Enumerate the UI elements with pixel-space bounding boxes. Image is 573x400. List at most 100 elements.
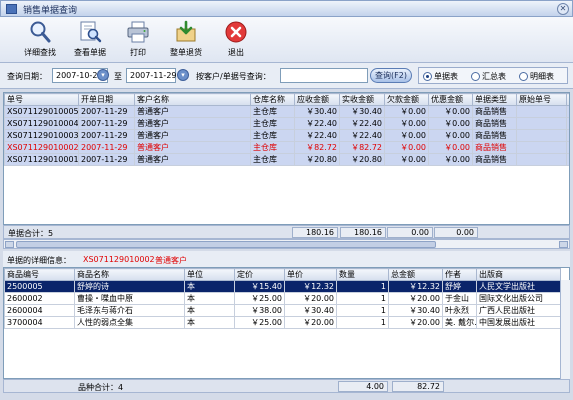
horizontal-scrollbar[interactable] <box>3 239 570 249</box>
exit-button[interactable]: 退出 <box>220 18 252 62</box>
table-cell: ￥25.00 <box>234 316 285 329</box>
table-cell: 3700004 <box>4 316 75 329</box>
column-header[interactable]: 客户名称 <box>134 93 251 106</box>
table-cell: ￥20.00 <box>284 316 337 329</box>
search-button[interactable]: 查询(F2) <box>370 68 412 83</box>
calendar-to-icon[interactable]: ▾ <box>177 69 189 81</box>
table-cell: 2600004 <box>4 304 75 317</box>
table-cell: XS071129010005 <box>4 105 79 118</box>
column-header[interactable]: 单价 <box>284 268 337 281</box>
table-cell: 人性的弱点全集 <box>74 316 185 329</box>
table-cell: 2007-11-29 <box>78 153 135 166</box>
table-cell: ￥12.32 <box>284 280 337 293</box>
table-cell: 2500005 <box>4 280 75 293</box>
column-header[interactable]: 单位 <box>184 268 235 281</box>
column-header[interactable]: 总金额 <box>388 268 443 281</box>
calendar-from-icon[interactable]: ▾ <box>97 69 109 81</box>
table-row[interactable]: XS071129010005 2007-11-29 普通客户 主仓库 ￥30.40 ￥30… <box>4 105 569 118</box>
table-cell: 张 <box>566 117 569 130</box>
column-header[interactable]: 商品名称 <box>74 268 185 281</box>
total-discount: 0.00 <box>434 227 478 238</box>
column-header[interactable]: 优惠金额 <box>428 93 473 106</box>
detail-doc-number: XS071129010002 <box>83 255 155 264</box>
table-row[interactable]: 3700004 人性的弱点全集本 ￥25.00 ￥20.00 1 ￥20.00 美. 戴尔.… <box>4 316 561 329</box>
table-cell: 美. 戴尔. 卡耐 <box>442 316 477 329</box>
table-cell: 毛泽东与蒋介石 <box>74 304 185 317</box>
table-cell: 张 <box>566 129 569 142</box>
radio-label: 单据表 <box>434 72 458 81</box>
column-header[interactable]: 原始单号 <box>516 93 567 106</box>
column-header[interactable]: 实收金额 <box>339 93 385 106</box>
table-row[interactable]: XS071129010002 2007-11-29 普通客户 主仓库 ￥82.72 ￥82… <box>4 141 569 154</box>
table-cell: 2007-11-29 <box>78 105 135 118</box>
column-header[interactable]: 单号 <box>4 93 79 106</box>
radio-document-table[interactable]: 单据表 <box>423 71 458 82</box>
table-cell: 中国发展出版社 <box>476 316 561 329</box>
table-cell: ￥30.40 <box>339 105 385 118</box>
radio-label: 明细表 <box>530 72 554 81</box>
item-detail-grid[interactable]: 商品编号 商品名称 单位 定价 单价 数量 总金额 作者 出版商 2500005 舒婷的诗本 ￥15… <box>3 267 570 379</box>
print-button[interactable]: 打印 <box>120 18 156 62</box>
table-row[interactable]: XS071129010001 2007-11-29 普通客户 主仓库 ￥20.80 ￥20… <box>4 153 569 166</box>
detail-info-bar: 单据的详细信息： XS071129010002 普通客户 <box>3 251 570 267</box>
table-cell: 广西人民出版社 <box>476 304 561 317</box>
vertical-scrollbar[interactable] <box>560 280 570 379</box>
table-row[interactable]: 2500005 舒婷的诗本 ￥15.40 ￥12.32 1 ￥12.32 舒婷 人民文学出版社 <box>4 280 561 293</box>
table-row[interactable]: 2600004 毛泽东与蒋介石本 ￥38.00 ￥30.40 1 ￥30.40 叶永烈 广西人… <box>4 304 561 317</box>
table-cell: ￥30.40 <box>388 304 443 317</box>
table-row[interactable]: XS071129010004 2007-11-29 普通客户 主仓库 ￥22.40 ￥22… <box>4 117 569 130</box>
view-document-button[interactable]: 查看单据 <box>70 18 110 62</box>
column-header[interactable]: 单据类型 <box>472 93 517 106</box>
table-cell: XS071129010004 <box>4 117 79 130</box>
table-cell: ￥0.00 <box>428 129 473 142</box>
table-cell: 2007-11-29 <box>78 141 135 154</box>
column-header[interactable]: 欠款金额 <box>384 93 429 106</box>
close-icon[interactable]: ✕ <box>557 3 569 15</box>
table-cell: ￥0.00 <box>384 105 429 118</box>
table-cell: ￥22.40 <box>294 117 340 130</box>
table-row[interactable]: XS071129010003 2007-11-29 普通客户 主仓库 ￥22.40 ￥22… <box>4 129 569 142</box>
radio-unchecked-icon <box>471 72 480 81</box>
table-cell: ￥0.00 <box>428 117 473 130</box>
table-cell: 普通客户 <box>134 141 251 154</box>
date-to-field[interactable]: 2007-11-29 <box>126 68 177 83</box>
radio-summary-table[interactable]: 汇总表 <box>471 71 506 82</box>
column-header[interactable]: 数量 <box>336 268 389 281</box>
toolbar: 详细查找 查看单据 打印 整单退货 退出 <box>0 17 573 63</box>
column-header[interactable]: 定价 <box>234 268 285 281</box>
search-input[interactable] <box>280 68 368 83</box>
table-cell: 叶永烈 <box>442 304 477 317</box>
column-header[interactable]: 应收金额 <box>294 93 340 106</box>
scroll-right-icon[interactable] <box>559 241 568 248</box>
scroll-thumb[interactable] <box>16 241 436 248</box>
table-cell: XS071129010003 <box>4 129 79 142</box>
detail-customer: 普通客户 <box>155 256 187 265</box>
table-cell: 于金山 <box>442 292 477 305</box>
date-label: 查询日期： <box>7 72 47 81</box>
total-debt: 0.00 <box>387 227 433 238</box>
document-search-icon <box>77 20 103 44</box>
scroll-left-icon[interactable] <box>5 241 14 248</box>
table-cell: 2007-11-29 <box>78 117 135 130</box>
detail-search-button[interactable]: 详细查找 <box>20 18 60 62</box>
document-grid[interactable]: 单号开单日期客户名称仓库名称应收金额实收金额欠款金额优惠金额单据类型原始单号经 … <box>3 92 570 225</box>
table-cell: 1 <box>336 316 389 329</box>
radio-detail-table[interactable]: 明细表 <box>519 71 554 82</box>
column-header[interactable]: 开单日期 <box>78 93 135 106</box>
view-mode-radio-group: 单据表 汇总表 明细表 <box>418 67 568 84</box>
table-cell: 普通客户 <box>134 117 251 130</box>
column-header[interactable]: 经 <box>566 93 569 106</box>
column-header[interactable]: 出版商 <box>476 268 561 281</box>
table-cell: 本 <box>184 292 235 305</box>
toolbar-label: 退出 <box>228 48 244 57</box>
table-cell: 商品销售 <box>472 129 517 142</box>
full-return-button[interactable]: 整单退货 <box>166 18 206 62</box>
column-header[interactable]: 仓库名称 <box>250 93 295 106</box>
toolbar-label: 整单退货 <box>170 48 202 57</box>
table-cell: ￥0.00 <box>428 153 473 166</box>
detail-info-label: 单据的详细信息： <box>7 256 71 265</box>
table-cell: ￥22.40 <box>339 129 385 142</box>
column-header[interactable]: 商品编号 <box>4 268 75 281</box>
table-row[interactable]: 2600002 曹操・喋血中原本 ￥25.00 ￥20.00 1 ￥20.00 于金山 国际文… <box>4 292 561 305</box>
column-header[interactable]: 作者 <box>442 268 477 281</box>
